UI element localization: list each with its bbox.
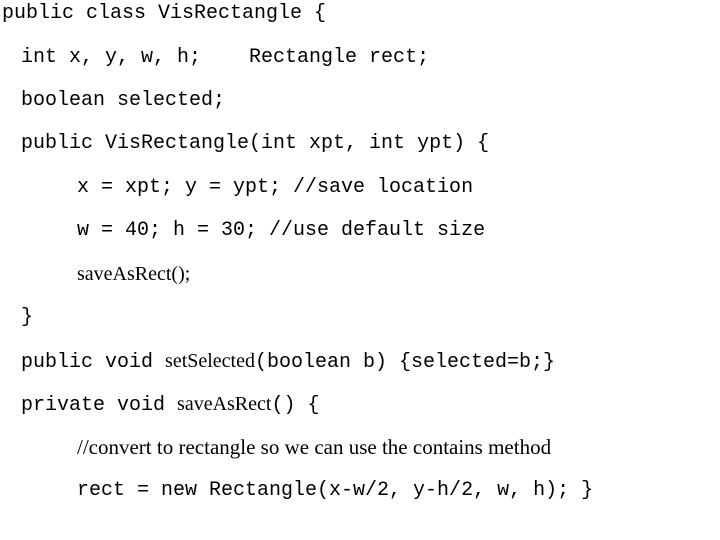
code-line-9-prefix: public void bbox=[21, 351, 166, 374]
code-line-12: rect = new Rectangle(x-w/2, y-h/2, w, h)… bbox=[77, 479, 594, 502]
code-line-10-method: saveAsRect bbox=[177, 393, 272, 415]
code-line-10-suffix: () { bbox=[271, 394, 320, 417]
code-line-9: public void setSelected(boolean b) {sele… bbox=[21, 351, 555, 373]
code-line-8: } bbox=[21, 306, 34, 329]
code-line-9-method: setSelected bbox=[165, 350, 255, 372]
code-line-10-prefix: private void bbox=[21, 394, 178, 417]
code-line-3: boolean selected; bbox=[21, 89, 226, 112]
code-line-11-comment: //convert to rectangle so we can use the… bbox=[77, 435, 552, 459]
code-line-6: w = 40; h = 30; //use default size bbox=[77, 219, 486, 242]
code-line-7-text: saveAsRect(); bbox=[77, 263, 191, 285]
code-slide: public class VisRectangle { int x, y, w,… bbox=[0, 0, 720, 540]
code-line-9-suffix: (boolean b) {selected=b;} bbox=[255, 351, 556, 374]
code-line-7: saveAsRect(); bbox=[77, 264, 190, 286]
code-line-10: private void saveAsRect() { bbox=[21, 394, 319, 416]
code-line-1: public class VisRectangle { bbox=[2, 2, 327, 25]
code-line-2: int x, y, w, h; Rectangle rect; bbox=[21, 46, 430, 69]
code-line-5: x = xpt; y = ypt; //save location bbox=[77, 176, 474, 199]
code-line-4: public VisRectangle(int xpt, int ypt) { bbox=[21, 132, 490, 155]
